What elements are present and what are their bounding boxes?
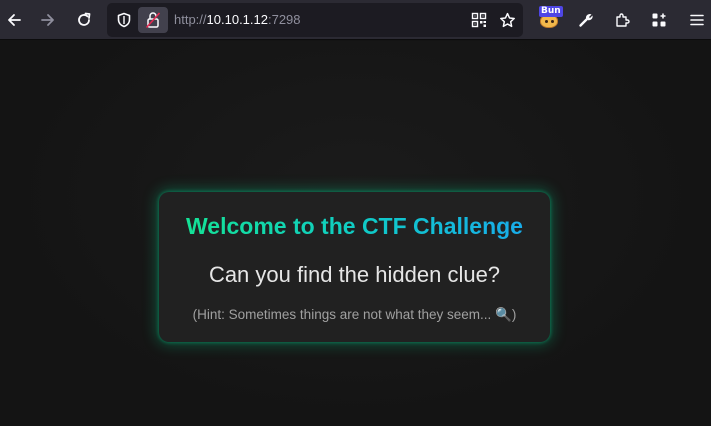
app-menu-button[interactable] <box>683 6 711 34</box>
reload-icon <box>78 12 91 26</box>
devtools-button[interactable] <box>572 6 600 34</box>
puzzle-icon <box>616 13 630 27</box>
tracking-protection-button[interactable] <box>113 9 135 31</box>
url-text[interactable]: http://10.10.1.12:7298 <box>174 11 301 29</box>
url-bar[interactable]: http://10.10.1.12:7298 <box>107 3 523 37</box>
shield-icon <box>117 12 131 28</box>
star-icon <box>499 12 515 27</box>
url-scheme: http:// <box>174 12 207 27</box>
hint-text: (Hint: Sometimes things are not what the… <box>192 307 517 322</box>
reload-button[interactable] <box>70 6 98 34</box>
page-title: Welcome to the CTF Challenge <box>159 212 550 240</box>
browser-toolbar: http://10.10.1.12:7298 Bun <box>0 0 711 40</box>
page-viewport: Welcome to the CTF Challenge Can you fin… <box>0 41 711 426</box>
hamburger-menu-icon <box>690 14 704 26</box>
arrow-right-icon <box>41 14 54 26</box>
bookmark-button[interactable] <box>496 9 518 31</box>
grid-plus-icon <box>652 13 666 27</box>
containers-button[interactable] <box>645 6 673 34</box>
back-button[interactable] <box>0 6 28 34</box>
wrench-icon <box>579 14 593 27</box>
bun-extension-button[interactable]: Bun <box>537 6 563 34</box>
challenge-question: Can you find the hidden clue? <box>208 262 501 287</box>
connection-info-button[interactable] <box>138 7 168 33</box>
extension-badge: Bun <box>539 6 563 17</box>
forward-button[interactable] <box>34 6 62 34</box>
qr-code-icon <box>471 12 487 28</box>
url-port: :7298 <box>267 12 301 27</box>
extensions-button[interactable] <box>608 6 636 34</box>
qr-code-button[interactable] <box>468 9 490 31</box>
challenge-card: Welcome to the CTF Challenge Can you fin… <box>159 192 550 342</box>
arrow-left-icon <box>8 14 21 26</box>
url-host: 10.10.1.12 <box>206 12 268 27</box>
insecure-lock-icon <box>145 12 161 29</box>
